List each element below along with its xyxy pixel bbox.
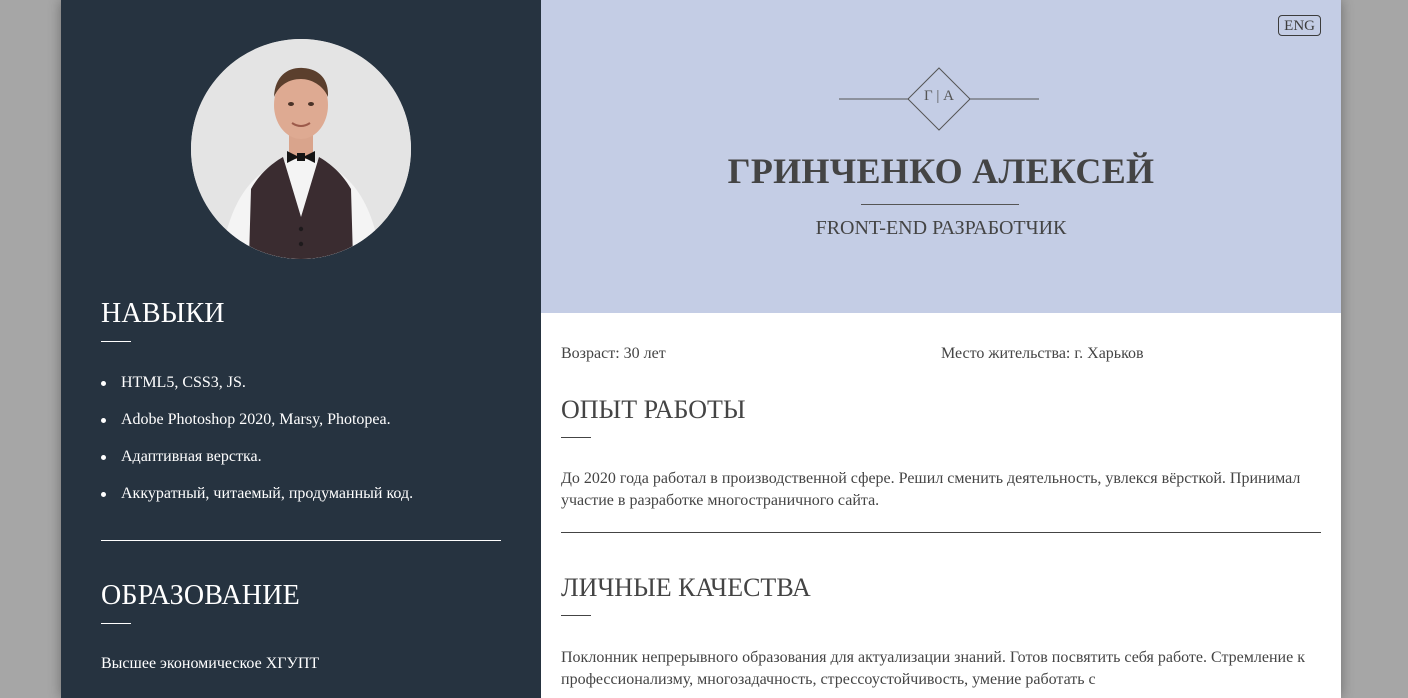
avatar xyxy=(191,39,411,259)
experience-text: До 2020 года работал в производственной … xyxy=(561,470,1301,509)
skill-item: HTML5, CSS3, JS. xyxy=(101,372,521,409)
sidebar: НАВЫКИ HTML5, CSS3, JS. Adobe Photoshop … xyxy=(61,0,541,698)
education-title-underline xyxy=(101,623,131,624)
skill-text: HTML5, CSS3, JS. xyxy=(121,374,246,391)
monogram: Г | А xyxy=(839,66,1039,132)
qualities-text: Поклонник непрерывного образования для а… xyxy=(561,649,1305,688)
age-info: Возраст: 30 лет xyxy=(561,345,666,362)
city-info: Место жительства: г. Харьков xyxy=(941,345,1144,362)
monogram-initials: Г | А xyxy=(923,88,954,104)
main-content: Возраст: 30 лет Место жительства: г. Хар… xyxy=(541,313,1341,698)
bullet-icon xyxy=(101,455,106,460)
skill-item: Адаптивная верстка. xyxy=(101,446,521,483)
job-title: FRONT-END РАЗРАБОТЧИК xyxy=(815,217,1067,239)
skill-text: Аккуратный, читаемый, продуманный код. xyxy=(121,485,414,502)
skill-text: Adobe Photoshop 2020, Marsy, Photopea. xyxy=(121,411,391,428)
header: ENG Г | А ГРИНЧЕНКО АЛЕКСЕЙ FRONT-END РА… xyxy=(541,0,1341,313)
bullet-icon xyxy=(101,381,106,386)
experience-title-underline xyxy=(561,437,591,438)
qualities-title: ЛИЧНЫЕ КАЧЕСТВА xyxy=(561,573,811,602)
experience-title: ОПЫТ РАБОТЫ xyxy=(561,395,746,424)
bullet-icon xyxy=(101,492,106,497)
skills-list: HTML5, CSS3, JS. Adobe Photoshop 2020, M… xyxy=(101,372,521,520)
education-text: Высшее экономическое ХГУПТ xyxy=(101,655,320,672)
skill-text: Адаптивная верстка. xyxy=(121,448,262,465)
name-divider xyxy=(861,204,1019,205)
skill-item: Adobe Photoshop 2020, Marsy, Photopea. xyxy=(101,409,521,446)
resume-page: НАВЫКИ HTML5, CSS3, JS. Adobe Photoshop … xyxy=(61,0,1341,698)
language-switch-button[interactable]: ENG xyxy=(1278,15,1321,36)
skills-title: НАВЫКИ xyxy=(101,298,225,329)
bullet-icon xyxy=(101,418,106,423)
sidebar-divider xyxy=(101,540,501,541)
profile-photo xyxy=(191,39,411,259)
qualities-title-underline xyxy=(561,615,591,616)
full-name: ГРИНЧЕНКО АЛЕКСЕЙ xyxy=(727,151,1155,191)
skills-title-underline xyxy=(101,341,131,342)
education-title: ОБРАЗОВАНИЕ xyxy=(101,580,300,611)
skill-item: Аккуратный, читаемый, продуманный код. xyxy=(101,483,521,520)
section-divider xyxy=(561,532,1321,533)
